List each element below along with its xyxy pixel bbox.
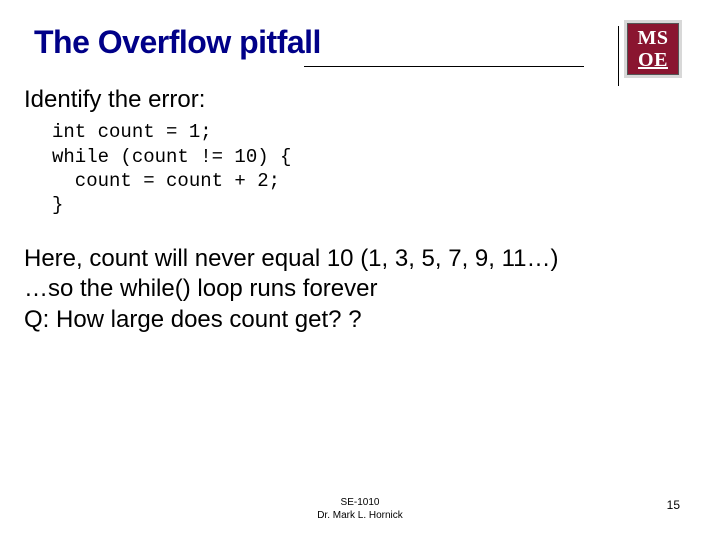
logo-box: MS OE <box>624 20 682 78</box>
prompt-text: Identify the error: <box>24 85 696 114</box>
body-block: Here, count will never equal 10 (1, 3, 5… <box>24 218 696 336</box>
code-block: int count = 1; while (count != 10) { cou… <box>24 114 696 217</box>
page-number: 15 <box>667 498 680 512</box>
footer-author: Dr. Mark L. Hornick <box>0 510 720 523</box>
footer-course: SE-1010 <box>0 497 720 510</box>
slide-header: The Overflow pitfall MS OE <box>0 0 720 71</box>
logo-text-line2: OE <box>627 49 679 71</box>
logo-divider <box>618 26 619 86</box>
slide-content: Identify the error: int count = 1; while… <box>0 71 720 336</box>
logo-text-line1: MS <box>627 27 679 49</box>
body-line-2: …so the while() loop runs forever <box>24 274 696 305</box>
header-rule <box>304 66 584 67</box>
body-line-3: Q: How large does count get? ? <box>24 305 696 336</box>
footer-center: SE-1010 Dr. Mark L. Hornick <box>0 497 720 522</box>
msoe-logo: MS OE <box>624 20 682 78</box>
body-line-1: Here, count will never equal 10 (1, 3, 5… <box>24 244 696 275</box>
